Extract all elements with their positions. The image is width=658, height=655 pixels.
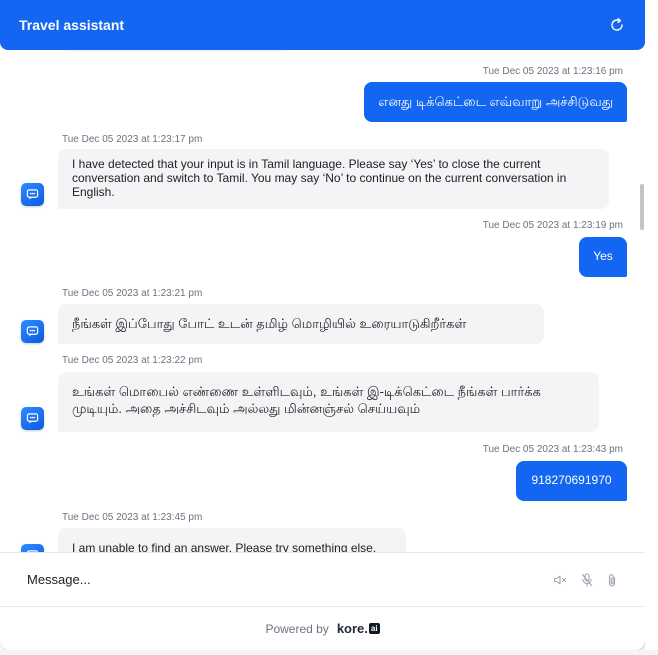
message-timestamp: Tue Dec 05 2023 at 1:23:43 pm	[482, 444, 623, 455]
brand-suffix: ai	[368, 623, 380, 634]
message-timestamp: Tue Dec 05 2023 at 1:23:19 pm	[482, 220, 623, 231]
powered-by-label: Powered by	[265, 621, 329, 636]
bot-avatar-icon	[21, 544, 44, 552]
scrollbar-track[interactable]	[637, 50, 645, 552]
bot-avatar-icon	[21, 183, 44, 206]
message-timestamp: Tue Dec 05 2023 at 1:23:45 pm	[62, 512, 203, 523]
bot-message-bubble: I have detected that your input is in Ta…	[58, 149, 609, 209]
message-timestamp: Tue Dec 05 2023 at 1:23:22 pm	[62, 355, 203, 366]
chat-title: Travel assistant	[19, 17, 125, 33]
message-timestamp: Tue Dec 05 2023 at 1:23:17 pm	[62, 134, 203, 145]
scrollbar-thumb[interactable]	[640, 184, 644, 230]
user-message-bubble: எனது டிக்கெட்டை எவ்வாறு அச்சிடுவது	[364, 82, 627, 122]
refresh-icon[interactable]	[609, 17, 625, 33]
page-bottom-strip	[0, 650, 658, 655]
previous-message-bubble	[62, 50, 290, 52]
bot-message-bubble: I am unable to find an answer. Please tr…	[58, 528, 406, 552]
message-timestamp: Tue Dec 05 2023 at 1:23:16 pm	[482, 66, 623, 77]
microphone-icon[interactable]	[579, 572, 595, 588]
chat-header: Travel assistant	[0, 0, 645, 50]
user-message-bubble: 918270691970	[516, 461, 627, 501]
chat-footer: Powered by kore. ai	[0, 607, 645, 650]
kore-ai-logo: kore. ai	[337, 621, 380, 636]
brand-text: kore.	[336, 621, 368, 636]
message-timestamp: Tue Dec 05 2023 at 1:23:21 pm	[62, 288, 203, 299]
message-input[interactable]	[25, 571, 509, 588]
chat-widget: Travel assistant Tue Dec 05 2023 at 1:23…	[0, 0, 645, 650]
bot-avatar-icon	[21, 320, 44, 343]
speaker-mute-icon[interactable]	[552, 572, 568, 588]
page-background	[645, 0, 658, 655]
user-message-bubble: Yes	[579, 237, 627, 277]
bot-avatar-icon	[21, 407, 44, 430]
attachment-icon[interactable]	[604, 572, 620, 588]
message-list[interactable]: Tue Dec 05 2023 at 1:23:16 pm எனது டிக்க…	[0, 50, 645, 552]
bot-message-bubble: உங்கள் மொபைல் எண்ணை உள்ளிடவும், உங்கள் இ…	[58, 372, 599, 432]
bot-message-bubble: நீங்கள் இப்போது போட் உடன் தமிழ் மொழியில்…	[58, 304, 544, 344]
message-composer	[0, 552, 645, 607]
